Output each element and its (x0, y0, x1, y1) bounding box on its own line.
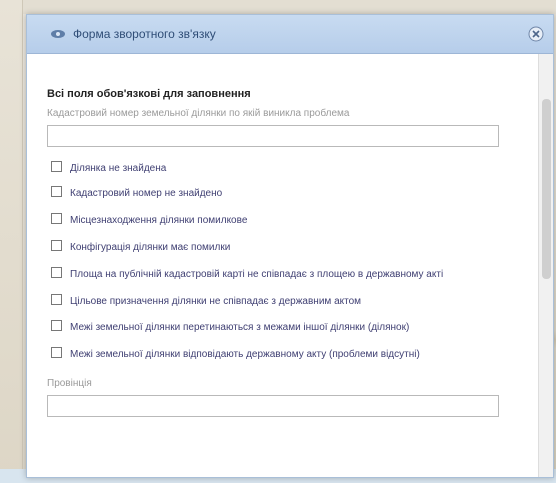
eye-icon (45, 15, 71, 53)
checkbox[interactable] (51, 294, 62, 305)
checkbox[interactable] (51, 267, 62, 278)
option-borders-match[interactable]: Межі земельної ділянки відповідають держ… (47, 347, 539, 362)
feedback-dialog: Форма зворотного зв'язку Всі поля обов'я… (26, 14, 554, 478)
option-borders-overlap[interactable]: Межі земельної ділянки перетинаються з м… (47, 320, 539, 335)
option-shape-errors[interactable]: Конфігурація ділянки має помилки (47, 240, 539, 255)
option-number-not-found[interactable]: Кадастровий номер не знайдено (47, 186, 539, 201)
option-area-mismatch[interactable]: Площа на публічній кадастровій карті не … (47, 267, 539, 282)
option-label: Межі земельної ділянки перетинаються з м… (70, 322, 410, 333)
dialog-title: Форма зворотного зв'язку (73, 27, 216, 41)
scrollbar[interactable] (538, 54, 553, 477)
region-label: Провінція (47, 378, 92, 389)
checkbox[interactable] (51, 240, 62, 251)
checkbox[interactable] (51, 161, 62, 172)
option-label: Місцезнаходження ділянки помилкове (70, 215, 248, 226)
option-label: Межі земельної ділянки відповідають держ… (70, 349, 420, 360)
checkbox[interactable] (51, 320, 62, 331)
map-left-edge (0, 0, 23, 483)
scroll-thumb[interactable] (542, 99, 551, 279)
option-location-wrong[interactable]: Місцезнаходження ділянки помилкове (47, 213, 539, 228)
option-label: Конфігурація ділянки має помилки (70, 242, 231, 253)
checkbox[interactable] (51, 347, 62, 358)
option-purpose-mismatch[interactable]: Цільове призначення ділянки не співпадає… (47, 294, 539, 309)
option-plot-not-found[interactable]: Ділянка не знайдена (47, 161, 539, 176)
close-button[interactable] (527, 25, 545, 43)
required-note: Всі поля обов'язкові для заповнення (47, 88, 251, 100)
option-label: Площа на публічній кадастровій карті не … (70, 269, 444, 280)
option-label: Ділянка не знайдена (70, 163, 167, 174)
problem-options: Ділянка не знайдена Кадастровий номер не… (47, 161, 539, 362)
region-input[interactable] (47, 395, 499, 417)
checkbox[interactable] (51, 213, 62, 224)
dialog-header[interactable]: Форма зворотного зв'язку (27, 15, 553, 54)
checkbox[interactable] (51, 186, 62, 197)
option-label: Цільове призначення ділянки не співпадає… (70, 296, 362, 307)
close-icon (528, 26, 544, 42)
cadastral-input[interactable] (47, 125, 499, 147)
dialog-content: Всі поля обов'язкові для заповнення Када… (27, 54, 539, 477)
option-label: Кадастровий номер не знайдено (70, 188, 223, 199)
map-top-edge (0, 0, 556, 14)
cadastral-label: Кадастровий номер земельної ділянки по я… (47, 108, 350, 119)
